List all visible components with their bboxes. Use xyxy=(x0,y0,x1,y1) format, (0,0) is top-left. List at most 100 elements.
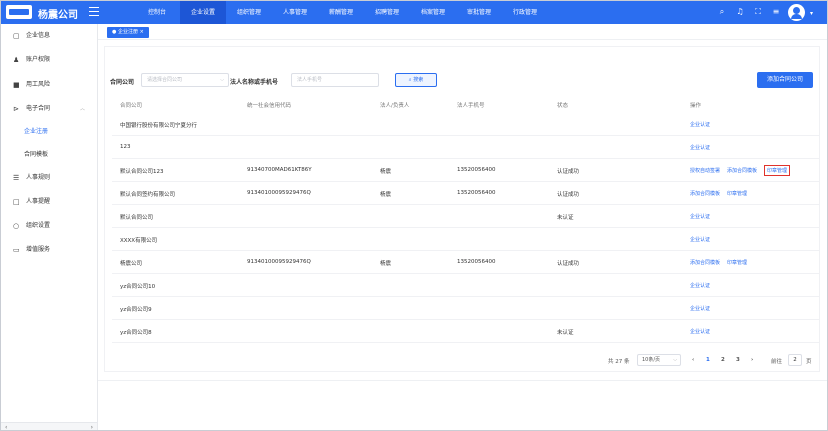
page-size-select[interactable]: 10条/页 ⌵ xyxy=(637,354,681,366)
nav-item-5[interactable]: 招聘管理 xyxy=(364,1,410,24)
avatar[interactable] xyxy=(788,4,805,21)
action-link[interactable]: 企业认证 xyxy=(690,121,710,128)
cell-company: yz合同公司10 xyxy=(120,284,156,290)
action-link[interactable]: 企业认证 xyxy=(690,282,710,289)
search-button[interactable]: ⌕ 搜索 xyxy=(395,73,437,87)
chevron-down-icon: ⌵ xyxy=(673,357,677,363)
next-page-icon[interactable]: › xyxy=(751,357,753,363)
nav-item-1[interactable]: 企业设置 xyxy=(180,1,226,24)
sidebar-item-employment-risk[interactable]: ■ 用工风险 xyxy=(1,78,97,92)
table-row: 默认合同公司123 91340700MAD61KT86Y 杨震 13520056400… xyxy=(112,159,819,182)
cell-code: 91340100095929476Q xyxy=(247,190,311,196)
sidebar-item-e-contract[interactable]: ⊳ 电子合同 ︿ xyxy=(1,102,97,116)
close-icon[interactable]: × xyxy=(140,29,144,35)
table-row: yz合同公司9 企业认证 xyxy=(112,297,819,320)
top-navigation-bar: 杨震公司 控制台 企业设置 组织管理 人事管理 薪酬管理 招聘管理 档案管理 审批管理 行政管理… xyxy=(1,1,827,24)
cell-status: 认证成功 xyxy=(557,192,580,198)
search-icon[interactable]: ⌕ xyxy=(717,7,727,17)
cell-phone: 13520056400 xyxy=(457,167,496,173)
settings-icon[interactable]: ≡ xyxy=(771,7,781,17)
page-1[interactable]: 1 xyxy=(706,357,710,363)
company-name: 杨震公司 xyxy=(38,10,78,21)
cell-company: yz合同公司9 xyxy=(120,307,152,313)
bell-icon: □ xyxy=(13,198,20,206)
contract-icon: ⊳ xyxy=(13,105,19,113)
chevron-left-icon[interactable]: ‹ xyxy=(5,424,7,430)
sidebar-subitem-enterprise-registration[interactable]: 企业注册 xyxy=(24,125,48,139)
page-2[interactable]: 2 xyxy=(721,357,725,363)
cell-status: 认证成功 xyxy=(557,261,580,267)
cell-status: 认证成功 xyxy=(557,169,580,175)
cell-code: 91340700MAD61KT86Y xyxy=(247,167,312,173)
col-header-legal-person: 法人/负责人 xyxy=(380,103,410,109)
nav-item-7[interactable]: 审批管理 xyxy=(456,1,502,24)
table-row: 中国银行股份有限公司宁夏分行 企业认证 xyxy=(112,113,819,136)
add-contract-company-button[interactable]: 添加合同公司 xyxy=(757,72,813,88)
action-link[interactable]: 添加合同模板 xyxy=(690,259,720,266)
nav-item-3[interactable]: 人事管理 xyxy=(272,1,318,24)
cell-status: 未认证 xyxy=(557,215,574,221)
table-row: yz合同公司10 企业认证 xyxy=(112,274,819,297)
action-link[interactable]: 企业认证 xyxy=(690,213,710,220)
action-link[interactable]: 企业认证 xyxy=(690,328,710,335)
org-icon: ○ xyxy=(13,222,20,230)
action-link[interactable]: 添加合同模板 xyxy=(727,167,757,174)
page-3[interactable]: 3 xyxy=(736,357,740,363)
fullscreen-icon[interactable]: ⛶ xyxy=(753,7,763,17)
action-link[interactable]: 企业认证 xyxy=(690,305,710,312)
sidebar-item-hr-rules[interactable]: ☰ 人事规则 xyxy=(1,171,97,185)
sidebar-item-enterprise-info[interactable]: ▢ 企业信息 xyxy=(1,29,97,43)
goto-page-input[interactable]: 2 xyxy=(788,354,802,366)
table-row: 杨震公司 91340100095929476Q 杨震 13520056400 认证成功 添… xyxy=(112,251,819,274)
table-row: XXXX有限公司 企业认证 xyxy=(112,228,819,251)
sidebar-item-value-added[interactable]: ▭ 增值服务 xyxy=(1,243,97,257)
nav-item-4[interactable]: 薪酬管理 xyxy=(318,1,364,24)
cell-company: 默认合同公司123 xyxy=(120,169,164,175)
bell-icon[interactable]: ♫ xyxy=(735,7,745,17)
sidebar: ▢ 企业信息 ♟ 账户权限 ■ 用工风险 ⊳ 电子合同 ︿ 企业注册 合同模板 … xyxy=(1,24,98,430)
action-link[interactable]: 印章管理 xyxy=(727,190,747,197)
cell-code: 91340100095929476Q xyxy=(247,259,311,265)
cell-company: 123 xyxy=(120,144,131,150)
sidebar-scrollbar[interactable]: ‹ › xyxy=(1,422,97,430)
action-link[interactable]: 授权自动签署 xyxy=(690,167,720,174)
cell-company: 默认合同签约有限公司 xyxy=(120,192,176,198)
col-header-company: 合同公司 xyxy=(120,103,143,109)
col-header-credit-code: 统一社会信用代码 xyxy=(247,103,292,109)
action-link[interactable]: 添加合同模板 xyxy=(690,190,720,197)
sidebar-subitem-contract-template[interactable]: 合同模板 xyxy=(24,148,48,162)
table-row: yz合同公司8 未认证 企业认证 xyxy=(112,320,819,343)
content-card: 合同公司 请选择合同公司 ⌵ 法人名称或手机号 法人手机号 ⌕ 搜索 添加合同公… xyxy=(104,46,820,372)
company-logo xyxy=(6,5,32,19)
cell-company: XXXX有限公司 xyxy=(120,238,158,244)
legal-phone-input[interactable]: 法人手机号 xyxy=(291,73,379,87)
chevron-right-icon[interactable]: › xyxy=(91,424,93,430)
legal-filter-label: 法人名称或手机号 xyxy=(230,79,279,86)
sidebar-item-hr-reminders[interactable]: □ 人事提醒 xyxy=(1,195,97,209)
tabs-bar: ● 企业注册 × xyxy=(98,24,827,40)
col-header-actions: 操作 xyxy=(690,103,702,109)
cell-person: 杨震 xyxy=(380,192,392,198)
chevron-down-icon[interactable]: ▾ xyxy=(810,10,813,17)
menu-toggle-icon[interactable] xyxy=(89,7,99,16)
cell-status: 未认证 xyxy=(557,330,574,336)
nav-item-6[interactable]: 档案管理 xyxy=(410,1,456,24)
nav-item-8[interactable]: 行政管理 xyxy=(502,1,548,24)
table-row: 默认合同公司 未认证 企业认证 xyxy=(112,205,819,228)
prev-page-icon[interactable]: ‹ xyxy=(692,357,694,363)
cell-company: 默认合同公司 xyxy=(120,215,154,221)
nav-item-2[interactable]: 组织管理 xyxy=(226,1,272,24)
sidebar-item-account-permissions[interactable]: ♟ 账户权限 xyxy=(1,53,97,67)
action-link[interactable]: 印章管理 xyxy=(764,165,791,176)
company-select[interactable]: 请选择合同公司 ⌵ xyxy=(141,73,229,87)
sidebar-item-org-settings[interactable]: ○ 组织设置 xyxy=(1,219,97,233)
nav-item-0[interactable]: 控制台 xyxy=(134,1,180,24)
col-header-legal-phone: 法人手机号 xyxy=(457,103,485,109)
action-link[interactable]: 企业认证 xyxy=(690,236,710,243)
col-header-status: 状态 xyxy=(557,103,569,109)
action-link[interactable]: 印章管理 xyxy=(727,259,747,266)
cell-phone: 13520056400 xyxy=(457,259,496,265)
tab-enterprise-registration[interactable]: ● 企业注册 × xyxy=(107,27,149,38)
action-link[interactable]: 企业认证 xyxy=(690,144,710,151)
table-row: 默认合同签约有限公司 91340100095929476Q 杨震 1352005640… xyxy=(112,182,819,205)
